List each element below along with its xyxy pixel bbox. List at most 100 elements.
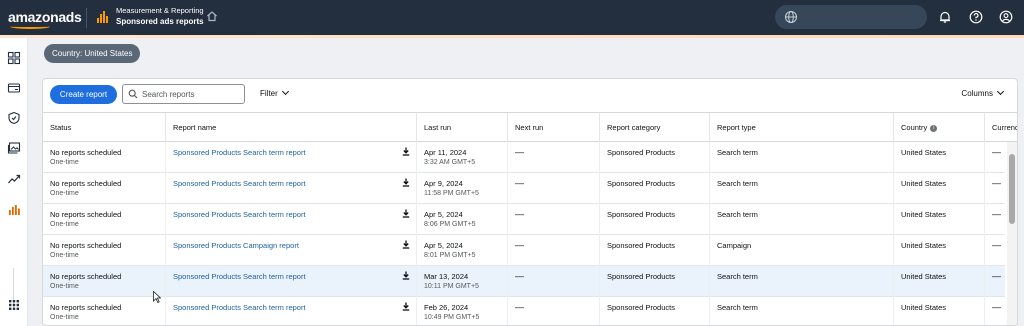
last-run-time: 8:06 PM GMT+5	[424, 221, 476, 228]
frequency-text: One-time	[50, 252, 79, 259]
table-row[interactable]: No reports scheduled One-time Sponsored …	[43, 297, 1005, 325]
cell-currency: —	[985, 142, 1005, 173]
amazon-ads-logo[interactable]: amazonads	[8, 9, 82, 29]
country-value: United States	[901, 148, 947, 157]
cell-report-type: Search term	[710, 173, 894, 204]
col-header-report-type[interactable]: Report type	[710, 113, 894, 143]
chevron-down-icon	[996, 87, 1005, 96]
download-icon[interactable]	[402, 240, 410, 249]
info-icon[interactable]: i	[930, 124, 938, 132]
cell-report-category: Sponsored Products	[600, 142, 710, 173]
col-header-next-run[interactable]: Next run	[508, 113, 600, 143]
report-category-value: Sponsored Products	[607, 210, 675, 219]
cell-report-category: Sponsored Products	[600, 173, 710, 204]
filter-dropdown[interactable]: Filter	[260, 87, 289, 98]
country-value: United States	[901, 210, 947, 219]
col-header-report-name[interactable]: Report name	[166, 113, 417, 143]
cell-currency: —	[985, 235, 1005, 266]
scrollbar-thumb[interactable]	[1009, 154, 1015, 224]
home-icon[interactable]	[206, 10, 218, 22]
brand-shield-icon[interactable]	[7, 111, 21, 125]
cell-status: No reports scheduled One-time	[43, 235, 166, 266]
cell-next-run: —	[508, 173, 600, 204]
col-header-status[interactable]: Status	[43, 113, 166, 143]
download-icon[interactable]	[402, 147, 410, 156]
globe-icon[interactable]	[784, 10, 798, 24]
table-row[interactable]: No reports scheduled One-time Sponsored …	[43, 266, 1005, 297]
status-text: No reports scheduled	[50, 210, 122, 219]
cell-country: United States	[894, 173, 985, 204]
table-row[interactable]: No reports scheduled One-time Sponsored …	[43, 204, 1005, 235]
cell-next-run: —	[508, 297, 600, 325]
last-run-date: Apr 5, 2024	[424, 241, 463, 250]
apps-grid-icon[interactable]	[7, 298, 21, 312]
reporting-icon-active[interactable]	[7, 203, 21, 217]
table-row[interactable]: No reports scheduled One-time Sponsored …	[43, 173, 1005, 204]
columns-label: Columns	[961, 89, 993, 98]
next-run-value: —	[515, 178, 524, 188]
report-type-value: Campaign	[717, 241, 752, 250]
cell-currency: —	[985, 173, 1005, 204]
col-header-currency[interactable]: Currenc	[985, 113, 1017, 143]
download-icon[interactable]	[402, 271, 410, 280]
status-text: No reports scheduled	[50, 241, 122, 250]
cell-country: United States	[894, 235, 985, 266]
last-run-time: 10:11 PM GMT+5	[424, 283, 479, 290]
cell-last-run: Apr 9, 2024 11:58 PM GMT+5	[417, 173, 508, 204]
table-scrollbar[interactable]	[1007, 142, 1017, 325]
cell-last-run: Mar 13, 2024 10:11 PM GMT+5	[417, 266, 508, 297]
currency-value: —	[992, 178, 1001, 188]
currency-value: —	[992, 271, 1001, 281]
search-icon	[128, 89, 138, 99]
table-row[interactable]: No reports scheduled One-time Sponsored …	[43, 142, 1005, 173]
download-icon[interactable]	[402, 209, 410, 218]
top-nav-bar: amazonads Measurement & Reporting Sponso…	[0, 0, 1024, 38]
report-name-link[interactable]: Sponsored Products Search term report	[173, 272, 306, 281]
creative-media-icon[interactable]	[7, 141, 21, 155]
col-header-last-run[interactable]: Last run	[417, 113, 508, 143]
cell-report-type: Search term	[710, 204, 894, 235]
country-value: United States	[901, 272, 947, 281]
cell-last-run: Apr 5, 2024 8:01 PM GMT+5	[417, 235, 508, 266]
cell-status: No reports scheduled One-time	[43, 204, 166, 235]
cell-report-type: Search term	[710, 297, 894, 325]
cell-last-run: Apr 11, 2024 3:32 AM GMT+5	[417, 142, 508, 173]
dashboard-icon[interactable]	[7, 51, 21, 65]
report-category-value: Sponsored Products	[607, 272, 675, 281]
report-name-link[interactable]: Sponsored Products Campaign report	[173, 241, 299, 250]
next-run-value: —	[515, 240, 524, 250]
col-header-report-category[interactable]: Report category	[600, 113, 710, 143]
download-icon[interactable]	[402, 178, 410, 187]
report-name-link[interactable]: Sponsored Products Search term report	[173, 179, 306, 188]
report-type-value: Search term	[717, 272, 758, 281]
table-row[interactable]: No reports scheduled One-time Sponsored …	[43, 235, 1005, 266]
columns-dropdown[interactable]: Columns	[961, 87, 1005, 98]
report-name-link[interactable]: Sponsored Products Search term report	[173, 303, 306, 312]
last-run-date: Feb 26, 2024	[424, 303, 469, 312]
status-text: No reports scheduled	[50, 272, 122, 281]
last-run-date: Mar 13, 2024	[424, 272, 469, 281]
report-category-value: Sponsored Products	[607, 303, 675, 312]
cell-next-run: —	[508, 266, 600, 297]
bell-icon[interactable]	[938, 10, 952, 24]
report-name-link[interactable]: Sponsored Products Search term report	[173, 210, 306, 219]
cell-country: United States	[894, 266, 985, 297]
country-value: United States	[901, 303, 947, 312]
cell-status: No reports scheduled One-time	[43, 173, 166, 204]
create-report-button[interactable]: Create report	[50, 85, 117, 104]
cell-country: United States	[894, 142, 985, 173]
trend-chart-icon[interactable]	[7, 172, 21, 186]
search-reports-input[interactable]	[142, 88, 242, 100]
status-text: No reports scheduled	[50, 179, 122, 188]
user-icon[interactable]	[999, 10, 1013, 24]
chevron-down-icon	[281, 87, 289, 96]
download-icon[interactable]	[402, 302, 410, 311]
breadcrumb-parent[interactable]: Measurement & Reporting	[116, 6, 204, 15]
col-header-country[interactable]: Country i	[894, 113, 985, 143]
currency-value: —	[992, 209, 1001, 219]
country-selector-chip[interactable]: Country: United States	[44, 44, 141, 63]
report-name-link[interactable]: Sponsored Products Search term report	[173, 148, 306, 157]
billing-card-icon[interactable]	[7, 81, 21, 95]
help-icon[interactable]	[969, 10, 983, 24]
status-text: No reports scheduled	[50, 303, 122, 312]
